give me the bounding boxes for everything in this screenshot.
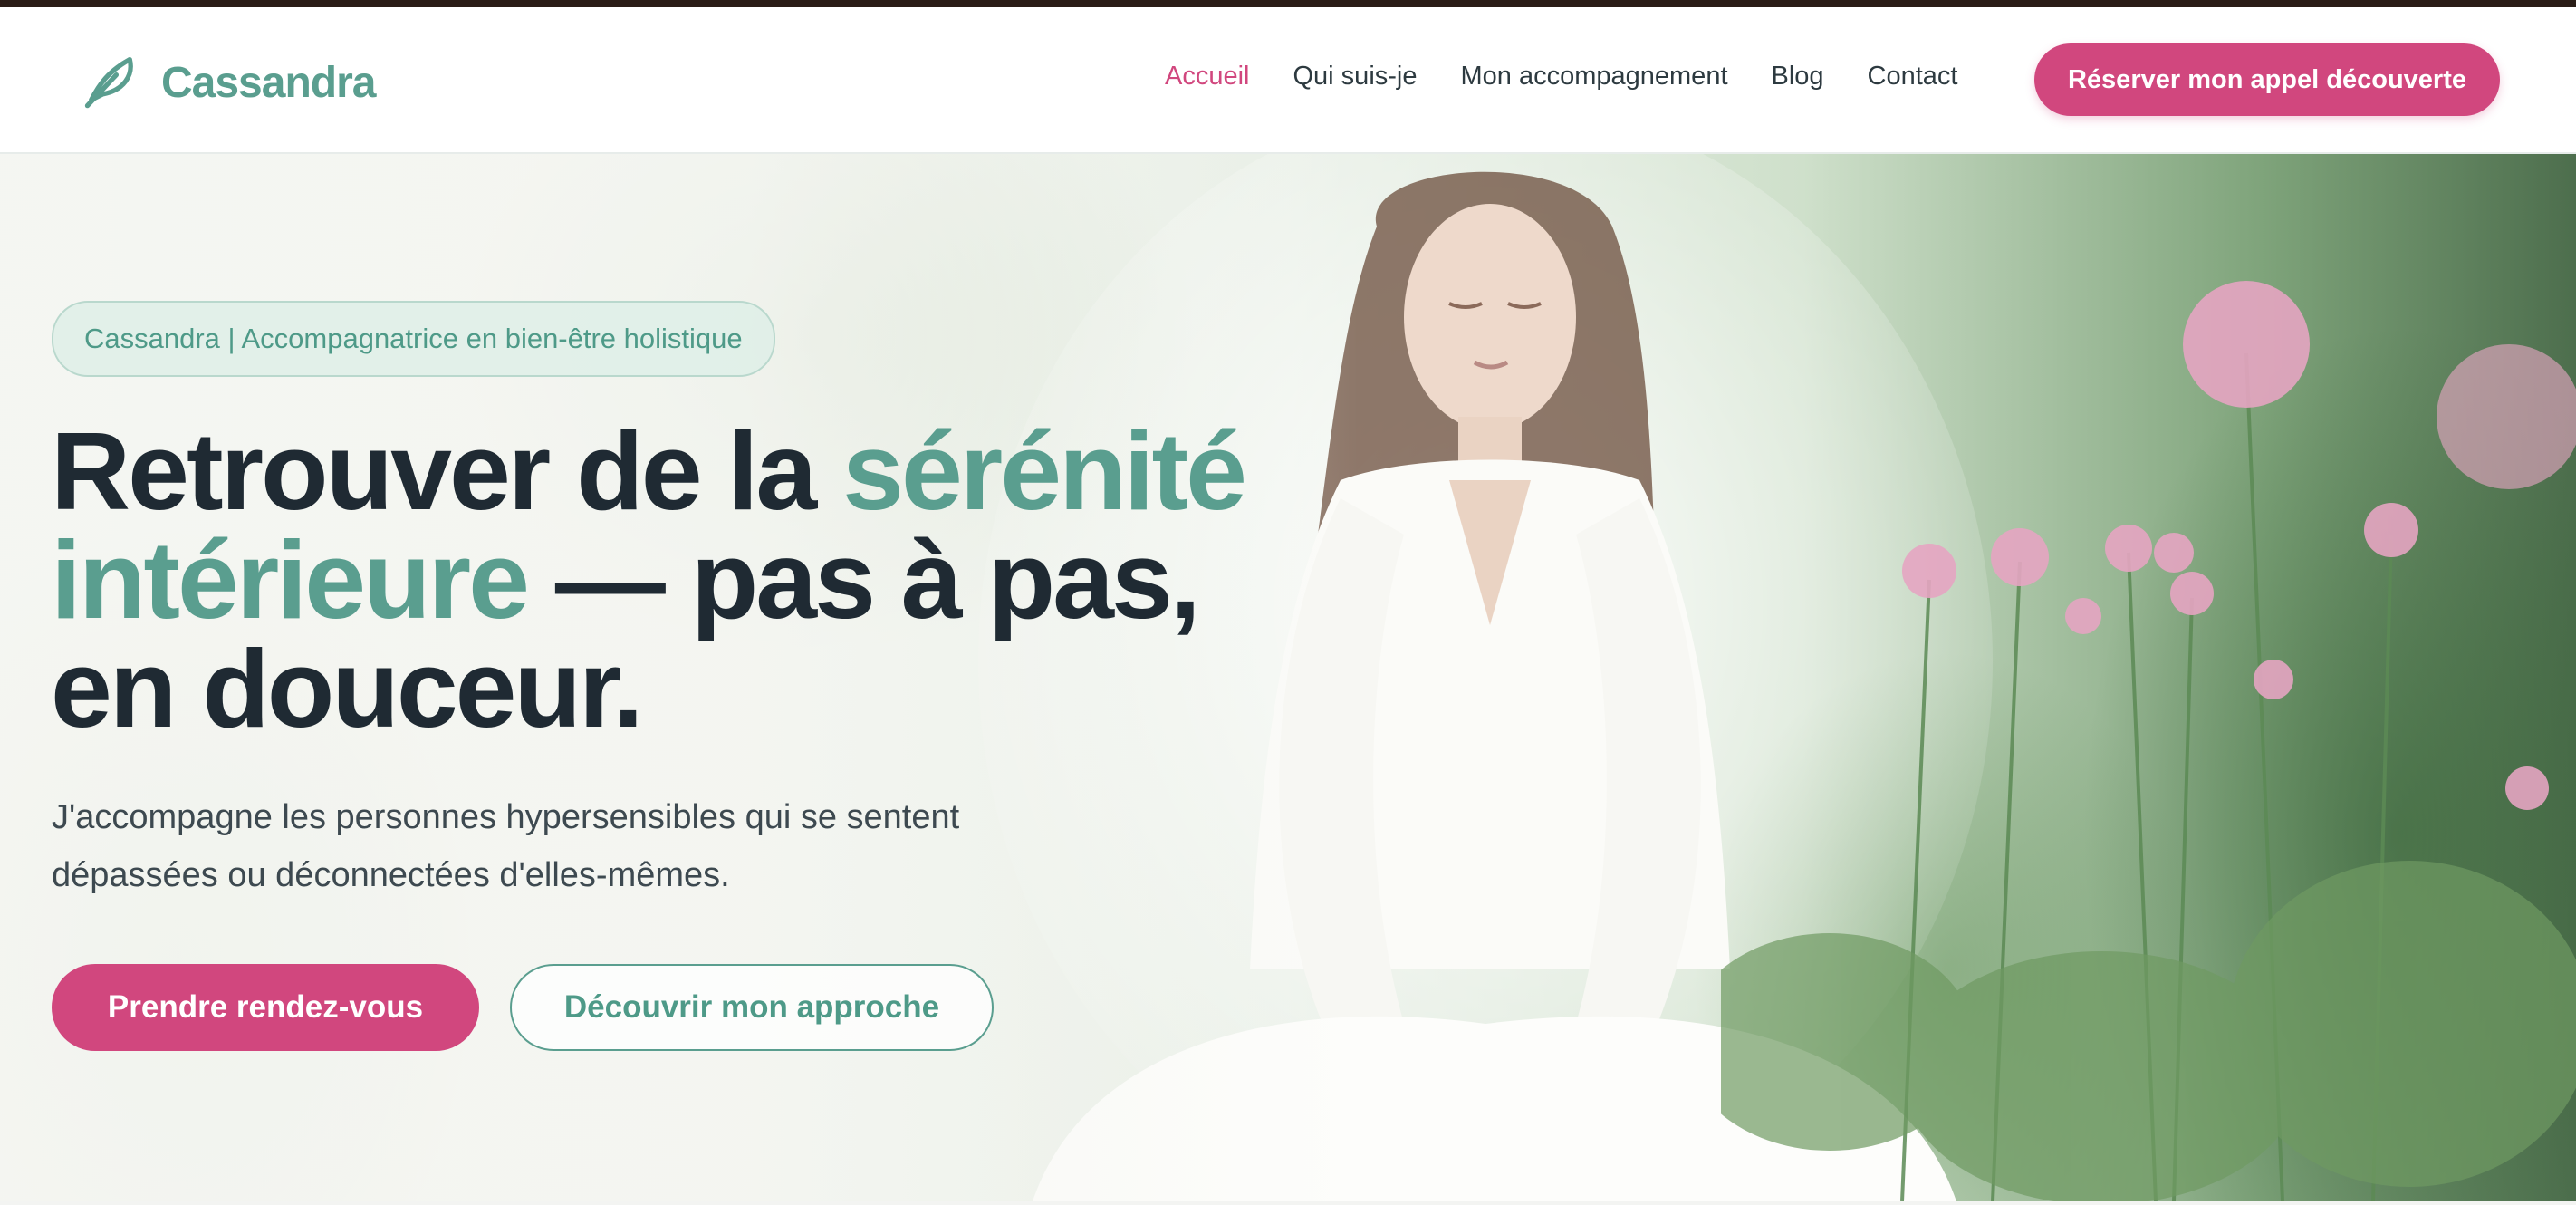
subtitle-line2: dépassées ou déconnectées d'elles-mêmes. [52, 856, 730, 894]
site-header: Cassandra Accueil Qui suis-je Mon accomp… [0, 7, 2576, 154]
logo[interactable]: Cassandra [80, 50, 376, 116]
discover-approach-button[interactable]: Découvrir mon approche [510, 964, 994, 1051]
book-appointment-button[interactable]: Prendre rendez-vous [52, 964, 479, 1051]
headline-accent2: intérieure [51, 518, 530, 641]
headline-accent1: sérénité [842, 410, 1247, 533]
nav-item-mon-accompagnement[interactable]: Mon accompagnement [1461, 62, 1728, 92]
flowers-image [1721, 281, 2576, 1201]
nav-item-qui-suis-je[interactable]: Qui suis-je [1293, 62, 1418, 92]
hero-section: Cassandra | Accompagnatrice en bien-être… [0, 154, 2576, 1201]
book-discovery-call-button[interactable]: Réserver mon appel découverte [2034, 43, 2500, 116]
top-strip [0, 0, 2576, 7]
feather-icon [80, 50, 141, 116]
tagline-badge: Cassandra | Accompagnatrice en bien-être… [52, 301, 775, 377]
logo-text: Cassandra [161, 58, 376, 107]
hero-headline: Retrouver de la sérénité intérieure — pa… [51, 416, 1319, 744]
main-nav: Accueil Qui suis-je Mon accompagnement B… [1165, 62, 2002, 92]
nav-item-accueil[interactable]: Accueil [1165, 62, 1250, 92]
headline-part3: en douceur. [51, 627, 644, 750]
headline-part1: Retrouver de la [51, 410, 843, 533]
nav-item-blog[interactable]: Blog [1772, 62, 1824, 92]
subtitle-line1: J'accompagne les personnes hypersensible… [52, 798, 960, 836]
nav-item-contact[interactable]: Contact [1868, 62, 1958, 92]
hero-subtitle: J'accompagne les personnes hypersensible… [52, 788, 1093, 904]
headline-part2: — pas à pas, [526, 518, 1201, 641]
bottom-divider [0, 1201, 2576, 1205]
